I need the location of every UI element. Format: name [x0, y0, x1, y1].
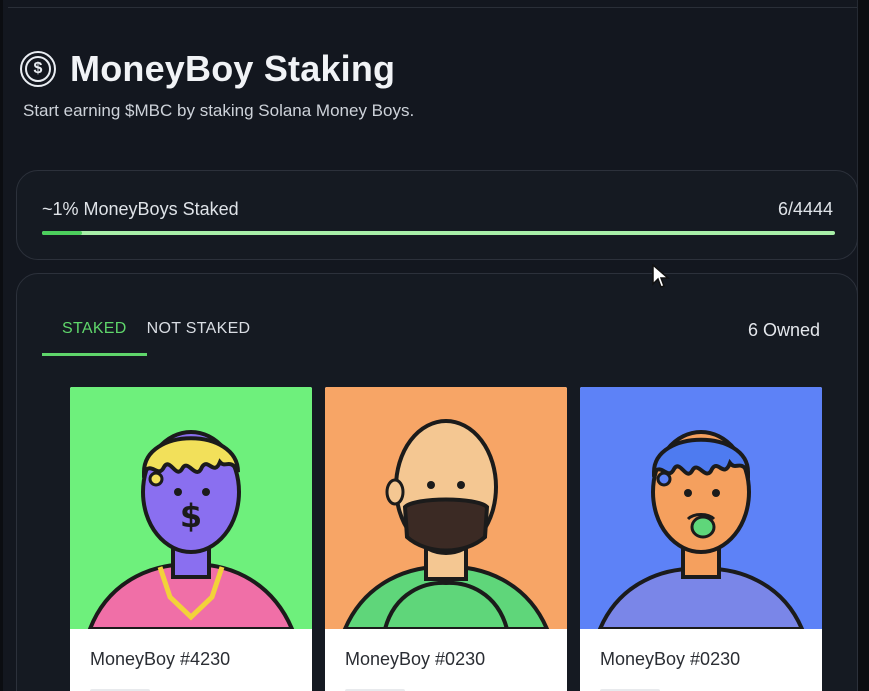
nft-card[interactable]: MoneyBoy #0230	[325, 387, 567, 691]
svg-text:$: $	[180, 497, 202, 535]
nft-image: $	[70, 387, 312, 629]
progress-count: 6/4444	[777, 199, 833, 219]
progress-bar	[42, 231, 835, 235]
nft-image	[325, 387, 567, 629]
owned-count: 6 Owned	[747, 320, 820, 340]
scrollbar-track[interactable]	[857, 0, 869, 691]
tab-staked[interactable]: STAKED	[42, 318, 147, 356]
dollar-coin-icon: $	[20, 51, 56, 87]
top-strip	[8, 0, 858, 8]
page-subtitle: Start earning $MBC by staking Solana Mon…	[23, 101, 415, 120]
page-header: $ MoneyBoy Staking	[20, 48, 395, 90]
progress-bar-fill	[42, 231, 82, 235]
nft-name: MoneyBoy #0230	[345, 649, 486, 669]
nft-name: MoneyBoy #0230	[600, 649, 741, 669]
nft-card[interactable]: MoneyBoy #0230	[580, 387, 822, 691]
staking-progress-card: ~1% MoneyBoys Staked 6/4444	[16, 170, 858, 260]
page-title: MoneyBoy Staking	[70, 48, 396, 89]
tab-not-staked[interactable]: NOT STAKED	[147, 318, 271, 356]
mouse-cursor-icon	[652, 264, 670, 288]
left-edge	[0, 0, 3, 691]
nft-panel: STAKED NOT STAKED 6 Owned $ MoneyBoy #42…	[16, 273, 858, 691]
nft-card[interactable]: $ MoneyBoy #4230	[70, 387, 312, 691]
app-frame: $ MoneyBoy Staking Start earning $MBC by…	[0, 0, 869, 691]
nft-image	[580, 387, 822, 629]
nft-name: MoneyBoy #4230	[90, 649, 231, 669]
stake-tabs: STAKED NOT STAKED	[42, 318, 270, 358]
progress-label: ~1% MoneyBoys Staked	[42, 199, 239, 219]
